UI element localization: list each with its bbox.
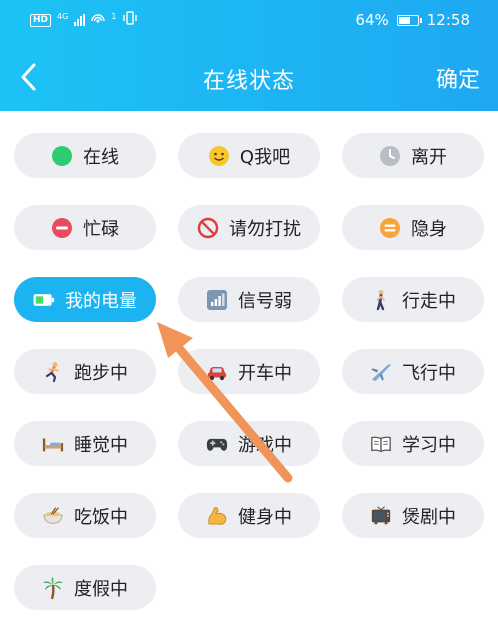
cellular-signal-icon <box>74 14 86 26</box>
vibrate-icon <box>122 11 138 29</box>
airplane-icon <box>370 361 392 383</box>
status-option-do-not-disturb[interactable]: 请勿打扰 <box>178 205 320 250</box>
status-option-on-vacation[interactable]: 度假中 <box>14 565 156 610</box>
game-controller-icon <box>206 433 228 455</box>
status-option-label: 度假中 <box>74 578 128 600</box>
noodle-bowl-icon <box>42 505 64 527</box>
minus-circle-icon <box>51 217 73 239</box>
status-option-label: 行走中 <box>402 290 456 312</box>
flexed-bicep-icon <box>206 505 228 527</box>
no-entry-icon <box>197 217 219 239</box>
walking-person-icon <box>370 289 392 311</box>
status-option-label: 请勿打扰 <box>229 218 301 240</box>
status-option-gaming[interactable]: 游戏中 <box>178 421 320 466</box>
status-bar-right: 64% 12:58 <box>355 11 470 29</box>
hd-badge: HD <box>30 13 52 27</box>
status-bar-left: HD 4G 1 <box>30 11 138 29</box>
battery-percent: 64% <box>355 11 389 29</box>
hotspot-count: 1 <box>111 11 117 21</box>
running-person-icon <box>42 361 64 383</box>
battery-icon <box>33 289 55 311</box>
status-option-q-me[interactable]: Q我吧 <box>178 133 320 178</box>
status-option-label: 煲剧中 <box>402 506 456 528</box>
status-option-label: 我的电量 <box>65 290 137 312</box>
green-dot-icon <box>51 145 73 167</box>
status-option-working-out[interactable]: 健身中 <box>178 493 320 538</box>
status-option-label: 健身中 <box>238 506 292 528</box>
status-option-label: 信号弱 <box>238 290 292 312</box>
status-option-label: 睡觉中 <box>74 434 128 456</box>
status-option-label: 忙碌 <box>83 218 119 240</box>
status-option-label: Q我吧 <box>239 146 291 168</box>
status-option-eating[interactable]: 吃饭中 <box>14 493 156 538</box>
confirm-button[interactable]: 确定 <box>436 62 480 94</box>
network-label: 4G <box>57 11 69 21</box>
hotspot-icon <box>91 11 106 29</box>
status-option-label: 游戏中 <box>238 434 292 456</box>
status-option-online[interactable]: 在线 <box>14 133 156 178</box>
status-option-label: 开车中 <box>238 362 292 384</box>
status-option-studying[interactable]: 学习中 <box>342 421 484 466</box>
battery-icon <box>396 14 422 26</box>
palm-tree-icon <box>42 576 64 599</box>
status-option-label: 在线 <box>83 146 119 168</box>
clock-time: 12:58 <box>426 11 470 29</box>
status-option-weak-signal[interactable]: 信号弱 <box>178 277 320 322</box>
status-option-away[interactable]: 离开 <box>342 133 484 178</box>
status-option-label: 隐身 <box>411 218 447 240</box>
status-bar: HD 4G 1 64% 12:58 <box>0 0 498 40</box>
status-option-running[interactable]: 跑步中 <box>14 349 156 394</box>
smiley-face-icon <box>208 145 230 167</box>
status-option-my-battery[interactable]: 我的电量 <box>14 277 156 322</box>
bed-icon <box>42 433 64 455</box>
status-option-invisible[interactable]: 隐身 <box>342 205 484 250</box>
page-title: 在线状态 <box>202 69 295 94</box>
equals-circle-icon <box>379 217 401 239</box>
status-option-busy[interactable]: 忙碌 <box>14 205 156 250</box>
status-option-label: 学习中 <box>402 434 456 456</box>
status-option-label: 飞行中 <box>402 362 456 384</box>
signal-bars-icon <box>206 289 228 311</box>
status-option-driving[interactable]: 开车中 <box>178 349 320 394</box>
status-option-sleeping[interactable]: 睡觉中 <box>14 421 156 466</box>
television-icon <box>370 505 392 527</box>
status-option-walking[interactable]: 行走中 <box>342 277 484 322</box>
open-book-icon <box>370 433 392 455</box>
status-option-label: 离开 <box>411 146 447 168</box>
status-option-label: 跑步中 <box>74 362 128 384</box>
header: HD 4G 1 64% 12:58 在线状态 确定 <box>0 0 498 111</box>
status-option-binge-watching[interactable]: 煲剧中 <box>342 493 484 538</box>
car-icon <box>206 361 228 383</box>
clock-icon <box>379 145 401 167</box>
status-option-flying[interactable]: 飞行中 <box>342 349 484 394</box>
status-option-label: 吃饭中 <box>74 506 128 528</box>
status-grid: 在线 Q我吧 离开 忙碌 请勿打扰 隐身 我的电量 信号弱 行走中 跑步中 开车… <box>14 133 484 610</box>
